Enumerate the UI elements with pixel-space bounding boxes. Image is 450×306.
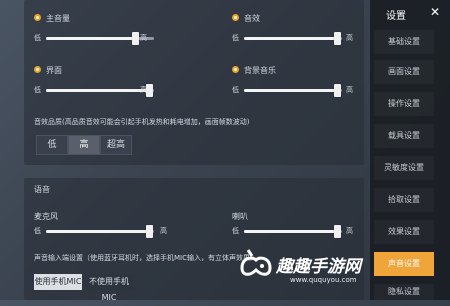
mic-max: 高	[160, 227, 167, 235]
speaker-fill	[244, 230, 338, 233]
sfx-thumb[interactable]	[334, 32, 342, 45]
sidebar-item-controls[interactable]: 操作设置	[374, 92, 434, 116]
voice-title: 语音	[34, 185, 50, 194]
sidebar-item-pickup[interactable]: 拾取设置	[374, 188, 434, 212]
sidebar-item-sound[interactable]: 声音设置	[374, 252, 434, 276]
sidebar-item-graphics[interactable]: 画面设置	[374, 60, 434, 84]
sfx-icon	[232, 14, 239, 21]
speaker-thumb[interactable]	[334, 225, 342, 238]
volume-icon	[34, 14, 41, 21]
mic-thumb[interactable]	[145, 225, 153, 238]
quality-note: 音效品质(高品质音效可能会引起手机发热和耗电增加，画面帧数波动)	[34, 118, 250, 126]
sidebar-item-sensitivity[interactable]: 灵敏度设置	[374, 156, 434, 180]
quality-low-button[interactable]: 低	[36, 135, 68, 155]
sfx-max: 高	[346, 34, 353, 42]
ui-sound-slider[interactable]	[46, 84, 154, 97]
speaker-slider[interactable]	[244, 225, 342, 238]
no-phone-mic-button[interactable]: 不使用手机MIC	[84, 274, 134, 302]
bgm-max: 高	[346, 86, 353, 94]
watermark: 趣趣手游网 www.ququyou.com	[238, 238, 370, 300]
sfx-min: 低	[232, 34, 239, 42]
quality-ultra-button[interactable]: 超高	[100, 135, 132, 155]
sidebar-item-effects[interactable]: 效果设置	[374, 220, 434, 244]
sfx-slider[interactable]	[244, 32, 342, 45]
mic-slider[interactable]	[46, 225, 154, 238]
sidebar-item-basic[interactable]: 基础设置	[374, 30, 434, 54]
watermark-text: 趣趣手游网	[276, 257, 361, 277]
sidebar-item-privacy[interactable]: 隐私设置	[374, 284, 434, 300]
use-phone-mic-button[interactable]: 使用手机MIC	[34, 274, 82, 290]
sidebar-header: 设置 ✕	[370, 0, 450, 26]
mic-label: 麦克风	[34, 212, 58, 221]
mic-min: 低	[34, 227, 41, 235]
volume-panel: 主音量 低 高 音效 低 高 界面 低 高 背景音乐 低 高 音效品质(高品质音…	[24, 0, 364, 165]
main-volume-thumb[interactable]	[131, 32, 139, 45]
quality-high-button[interactable]: 高	[68, 135, 100, 155]
bgm-fill	[244, 89, 338, 92]
watermark-url: www.ququyou.com	[290, 276, 357, 284]
main-volume-max: 高	[140, 34, 147, 42]
bgm-label: 背景音乐	[244, 66, 276, 75]
ui-sound-fill	[46, 89, 149, 92]
sfx-fill	[244, 37, 338, 40]
gamepad-logo-icon	[240, 249, 272, 276]
settings-screen: 主音量 低 高 音效 低 高 界面 低 高 背景音乐 低 高 音效品质(高品质音…	[0, 0, 450, 302]
ui-sound-max: 高	[140, 86, 147, 94]
bgm-min: 低	[232, 86, 239, 94]
settings-sidebar: 设置 ✕ 基础设置 画面设置 操作设置 载具设置 灵敏度设置 拾取设置 效果设置…	[370, 0, 450, 300]
bgm-slider[interactable]	[244, 84, 342, 97]
ui-sound-min: 低	[34, 86, 41, 94]
input-source-note: 声音输入端设置（使用蓝牙耳机时，选择手机MIC输入，有立体声效果）	[34, 254, 257, 262]
close-icon[interactable]: ✕	[430, 5, 440, 19]
settings-title: 设置	[386, 11, 406, 22]
speaker-label: 喇叭	[232, 212, 248, 221]
bgm-icon	[232, 66, 239, 73]
sfx-label: 音效	[244, 14, 260, 23]
ui-sound-icon	[34, 66, 41, 73]
mic-fill	[46, 230, 149, 233]
ui-sound-label: 界面	[46, 66, 62, 75]
bgm-thumb[interactable]	[334, 84, 342, 97]
main-volume-fill	[46, 37, 135, 40]
speaker-max: 高	[346, 227, 353, 235]
sidebar-item-vehicle[interactable]: 载具设置	[374, 124, 434, 148]
main-volume-min: 低	[34, 34, 41, 42]
main-volume-label: 主音量	[46, 14, 70, 23]
speaker-min: 低	[232, 227, 239, 235]
main-volume-slider[interactable]	[46, 32, 154, 45]
